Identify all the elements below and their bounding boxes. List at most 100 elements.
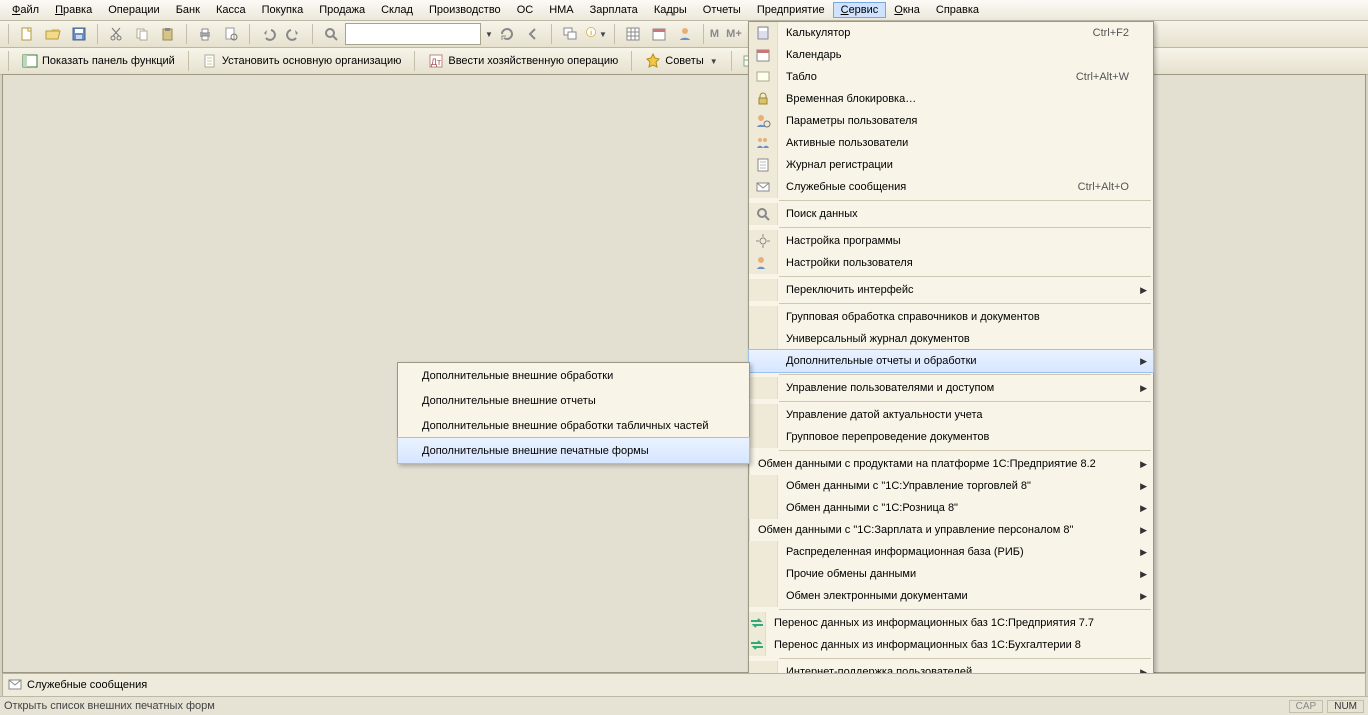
menu-item-label: Дополнительные отчеты и обработки <box>778 355 1153 367</box>
menu-item-label: Настройка программы <box>778 235 1153 247</box>
service-menu-item[interactable]: Управление пользователями и доступом▶ <box>749 377 1153 399</box>
back-icon <box>525 26 541 42</box>
service-menu-item[interactable]: Управление датой актуальности учета <box>749 404 1153 426</box>
menu-cash[interactable]: Касса <box>208 2 254 18</box>
menu-sale[interactable]: Продажа <box>311 2 373 18</box>
submenu-item[interactable]: Дополнительные внешние печатные формы <box>398 438 749 463</box>
service-menu-item[interactable]: Активные пользователи <box>749 132 1153 154</box>
menu-file[interactable]: Файл <box>4 2 47 18</box>
print-preview-button[interactable] <box>219 22 243 46</box>
paste-icon <box>160 26 176 42</box>
menu-item-label: Дополнительные внешние обработки табличн… <box>418 420 788 432</box>
grid-button[interactable] <box>621 22 645 46</box>
refresh-icon <box>499 26 515 42</box>
service-menu-item[interactable]: Параметры пользователя <box>749 110 1153 132</box>
menu-item-label: Календарь <box>778 49 1153 61</box>
service-menu-item[interactable]: КалькуляторCtrl+F2 <box>749 22 1153 44</box>
tips-button[interactable]: Советы ▼ <box>638 49 724 73</box>
menu-personnel[interactable]: Кадры <box>646 2 695 18</box>
submenu-item[interactable]: Дополнительные внешние обработки табличн… <box>398 413 749 438</box>
info-button[interactable]: i▼ <box>584 22 608 46</box>
menu-bank[interactable]: Банк <box>168 2 208 18</box>
paste-button[interactable] <box>156 22 180 46</box>
calculator-icon <box>749 22 778 44</box>
service-menu-item[interactable]: Групповая обработка справочников и докум… <box>749 306 1153 328</box>
info-icon: i <box>585 26 597 42</box>
user-tb-button[interactable] <box>673 22 697 46</box>
undo-icon <box>260 26 276 42</box>
service-menu-item[interactable]: Временная блокировка… <box>749 88 1153 110</box>
menu-os[interactable]: ОС <box>509 2 542 18</box>
menu-reports[interactable]: Отчеты <box>695 2 749 18</box>
service-menu-item[interactable]: Групповое перепроведение документов <box>749 426 1153 448</box>
service-menu-item[interactable]: Дополнительные отчеты и обработки▶ <box>749 350 1153 372</box>
menu-purchase[interactable]: Покупка <box>254 2 312 18</box>
service-menu-item[interactable]: Перенос данных из информационных баз 1С:… <box>749 612 1153 634</box>
menu-production[interactable]: Производство <box>421 2 509 18</box>
menu-enterprise[interactable]: Предприятие <box>749 2 833 18</box>
lock-icon <box>749 88 778 110</box>
messages-icon <box>749 176 778 198</box>
submenu-item[interactable]: Дополнительные внешние отчеты <box>398 388 749 413</box>
submenu-arrow-icon: ▶ <box>1140 547 1147 558</box>
submenu-item[interactable]: Дополнительные внешние обработки <box>398 363 749 388</box>
service-menu-item[interactable]: Календарь <box>749 44 1153 66</box>
menu-windows[interactable]: Окна <box>886 2 928 18</box>
new-button[interactable] <box>15 22 39 46</box>
service-menu-item[interactable]: Обмен данными с "1С:Розница 8"▶ <box>749 497 1153 519</box>
service-menu-item[interactable]: Обмен данными с "1С:Управление торговлей… <box>749 475 1153 497</box>
print-button[interactable] <box>193 22 217 46</box>
service-menu-item[interactable]: Служебные сообщенияCtrl+Alt+O <box>749 176 1153 198</box>
menu-service[interactable]: Сервис <box>833 2 887 18</box>
service-menu-item[interactable]: Журнал регистрации <box>749 154 1153 176</box>
back-button[interactable] <box>521 22 545 46</box>
service-menu-item[interactable]: Обмен электронными документами▶ <box>749 585 1153 607</box>
service-menu-item[interactable]: Настройка программы <box>749 230 1153 252</box>
copy-button[interactable] <box>130 22 154 46</box>
calendar-tb-button[interactable] <box>647 22 671 46</box>
menu-warehouse[interactable]: Склад <box>373 2 421 18</box>
menu-item-label: Параметры пользователя <box>778 115 1153 127</box>
menu-item-label: Перенос данных из информационных баз 1С:… <box>766 639 1161 651</box>
save-button[interactable] <box>67 22 91 46</box>
menu-nma[interactable]: НМА <box>541 2 581 18</box>
menu-item-label: Распределенная информационная база (РИБ) <box>778 546 1153 558</box>
search-input[interactable] <box>345 23 481 45</box>
search-dropdown[interactable]: ▼ <box>485 30 493 39</box>
service-menu-item[interactable]: Настройки пользователя <box>749 252 1153 274</box>
menu-help[interactable]: Справка <box>928 2 987 18</box>
redo-icon <box>286 26 302 42</box>
service-menu-item[interactable]: Обмен данными с "1С:Зарплата и управлени… <box>749 519 1153 541</box>
additional-reports-submenu: Дополнительные внешние обработкиДополнит… <box>397 362 750 464</box>
submenu-arrow-icon: ▶ <box>1140 525 1147 536</box>
service-menu-item[interactable]: Переключить интерфейс▶ <box>749 279 1153 301</box>
set-main-org-button[interactable]: Установить основную организацию <box>195 49 409 73</box>
service-menu-item[interactable]: Перенос данных из информационных баз 1С:… <box>749 634 1153 656</box>
service-menu-item[interactable]: Поиск данных <box>749 203 1153 225</box>
enter-operation-button[interactable]: Дт Ввести хозяйственную операцию <box>421 49 625 73</box>
cut-button[interactable] <box>104 22 128 46</box>
find-button[interactable] <box>319 22 343 46</box>
service-menu-item[interactable]: Обмен данными с продуктами на платформе … <box>749 453 1153 475</box>
service-menu-item[interactable]: Прочие обмены данными▶ <box>749 563 1153 585</box>
messages-bar[interactable]: Служебные сообщения <box>2 673 1366 697</box>
refresh-button[interactable] <box>495 22 519 46</box>
memory-m[interactable]: М <box>710 28 719 40</box>
show-functions-button[interactable]: Показать панель функций <box>15 49 182 73</box>
menu-salary[interactable]: Зарплата <box>582 2 646 18</box>
redo-button[interactable] <box>282 22 306 46</box>
open-button[interactable] <box>41 22 65 46</box>
service-menu-item[interactable]: Распределенная информационная база (РИБ)… <box>749 541 1153 563</box>
menu-item-label: Групповая обработка справочников и докум… <box>778 311 1153 323</box>
windows-button[interactable] <box>558 22 582 46</box>
search-icon <box>749 203 778 225</box>
menu-operations[interactable]: Операции <box>100 2 167 18</box>
memory-mp[interactable]: М+ <box>726 28 742 40</box>
menu-edit[interactable]: Правка <box>47 2 100 18</box>
menu-item-label: Управление пользователями и доступом <box>778 382 1153 394</box>
undo-button[interactable] <box>256 22 280 46</box>
service-menu-item[interactable]: ТаблоCtrl+Alt+W <box>749 66 1153 88</box>
submenu-arrow-icon: ▶ <box>1140 569 1147 580</box>
service-menu-item[interactable]: Универсальный журнал документов <box>749 328 1153 350</box>
toolbar-label: Установить основную организацию <box>222 55 402 67</box>
